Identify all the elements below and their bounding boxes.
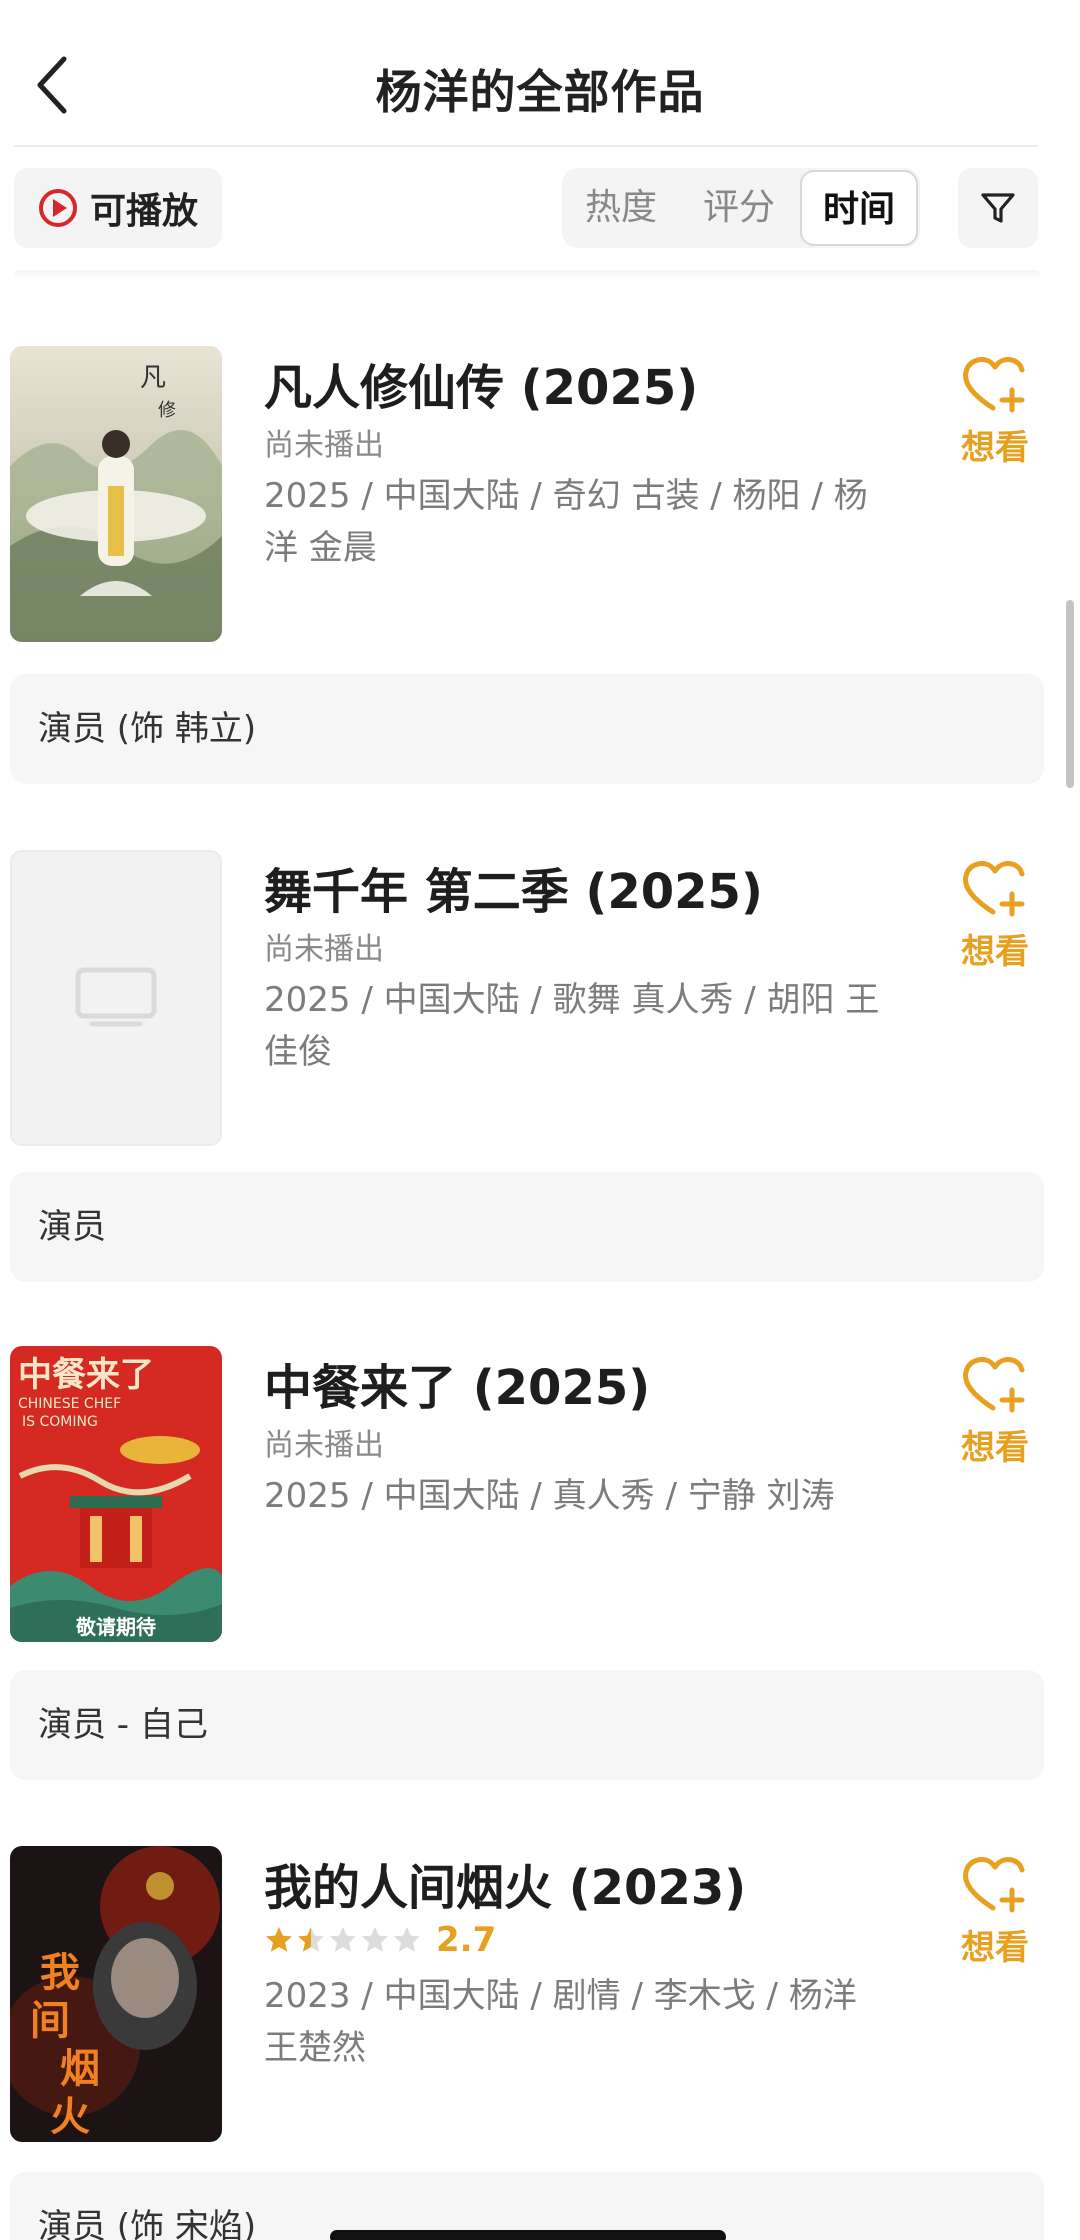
- svg-text:CHINESE CHEF: CHINESE CHEF: [18, 1396, 121, 1412]
- work-title: 舞千年 第二季 (2025): [264, 864, 763, 920]
- poster-image[interactable]: 中餐来了 CHINESE CHEF IS COMING 敬请期待: [10, 1346, 222, 1642]
- poster-placeholder[interactable]: [10, 850, 222, 1146]
- sort-segmented-control: 热度 评分 时间: [562, 168, 920, 248]
- rating-row: 2.7: [264, 1920, 496, 1960]
- filter-button[interactable]: [958, 168, 1038, 248]
- release-status: 尚未播出: [264, 932, 384, 967]
- work-meta: 2025 / 中国大陆 / 真人秀 / 宁静 刘涛: [264, 1476, 835, 1516]
- work-meta: 2025 / 中国大陆 / 歌舞 真人秀 / 胡阳 王佳俊: [264, 980, 880, 1072]
- funnel-icon: [981, 193, 1015, 223]
- sort-by-time[interactable]: 时间: [800, 170, 918, 246]
- want-to-watch-button[interactable]: 想看: [952, 352, 1038, 469]
- playable-filter-button[interactable]: 可播放: [14, 168, 222, 248]
- svg-text:IS COMING: IS COMING: [22, 1414, 98, 1430]
- svg-text:间: 间: [30, 1997, 70, 2044]
- want-to-watch-button[interactable]: 想看: [952, 856, 1038, 973]
- svg-text:凡: 凡: [140, 363, 166, 393]
- scrollbar[interactable]: [1066, 600, 1074, 788]
- poster-image[interactable]: 凡 修: [10, 346, 222, 642]
- page-title: 杨洋的全部作品: [375, 65, 705, 119]
- want-label: 想看: [961, 932, 1029, 972]
- tv-placeholder-icon: [75, 967, 157, 1027]
- play-circle-icon: [39, 189, 77, 227]
- svg-text:修: 修: [158, 400, 176, 421]
- heart-plus-icon: [963, 861, 1025, 917]
- star-icon: [394, 1927, 420, 1952]
- filter-bar-divider: [14, 270, 1040, 278]
- want-label: 想看: [961, 1428, 1029, 1468]
- work-title: 我的人间烟火 (2023): [264, 1860, 747, 1916]
- work-meta: 2023 / 中国大陆 / 剧情 / 李木戈 / 杨洋 王楚然: [264, 1976, 857, 2068]
- star-icon: [266, 1927, 292, 1952]
- poster-image[interactable]: 我 间 烟 火: [10, 1846, 222, 2142]
- heart-plus-icon: [963, 357, 1025, 413]
- svg-text:烟: 烟: [60, 2045, 100, 2092]
- role-info: 演员: [10, 1172, 1044, 1282]
- heart-plus-icon: [963, 1357, 1025, 1413]
- playable-filter-label: 可播放: [90, 191, 199, 232]
- release-status: 尚未播出: [264, 1428, 384, 1463]
- role-info: 演员 (饰 韩立): [10, 674, 1044, 784]
- work-title: 中餐来了 (2025): [264, 1360, 651, 1416]
- star-rating: [264, 1925, 422, 1955]
- header: 杨洋的全部作品: [0, 0, 1080, 147]
- work-title: 凡人修仙传 (2025): [264, 360, 699, 416]
- want-label: 想看: [961, 1928, 1029, 1968]
- work-meta: 2025 / 中国大陆 / 奇幻 古装 / 杨阳 / 杨洋 金晨: [264, 476, 868, 568]
- rating-score: 2.7: [436, 1920, 497, 1960]
- svg-text:敬请期待: 敬请期待: [75, 1615, 156, 1639]
- header-divider: [14, 145, 1038, 147]
- want-to-watch-button[interactable]: 想看: [952, 1852, 1038, 1969]
- home-indicator: [330, 2230, 726, 2240]
- sort-by-rating[interactable]: 评分: [680, 168, 798, 248]
- svg-text:火: 火: [50, 2093, 90, 2140]
- star-icon: [298, 1927, 324, 1952]
- svg-text:我: 我: [40, 1949, 80, 1996]
- heart-plus-icon: [963, 1857, 1025, 1913]
- want-to-watch-button[interactable]: 想看: [952, 1352, 1038, 1469]
- filter-bar: 可播放 热度 评分 时间: [0, 168, 1080, 248]
- release-status: 尚未播出: [264, 428, 384, 463]
- star-icon: [362, 1927, 388, 1952]
- role-info: 演员 - 自己: [10, 1670, 1044, 1780]
- svg-text:中餐来了: 中餐来了: [18, 1355, 154, 1395]
- sort-by-popularity[interactable]: 热度: [562, 168, 680, 248]
- star-icon: [330, 1927, 356, 1952]
- want-label: 想看: [961, 428, 1029, 468]
